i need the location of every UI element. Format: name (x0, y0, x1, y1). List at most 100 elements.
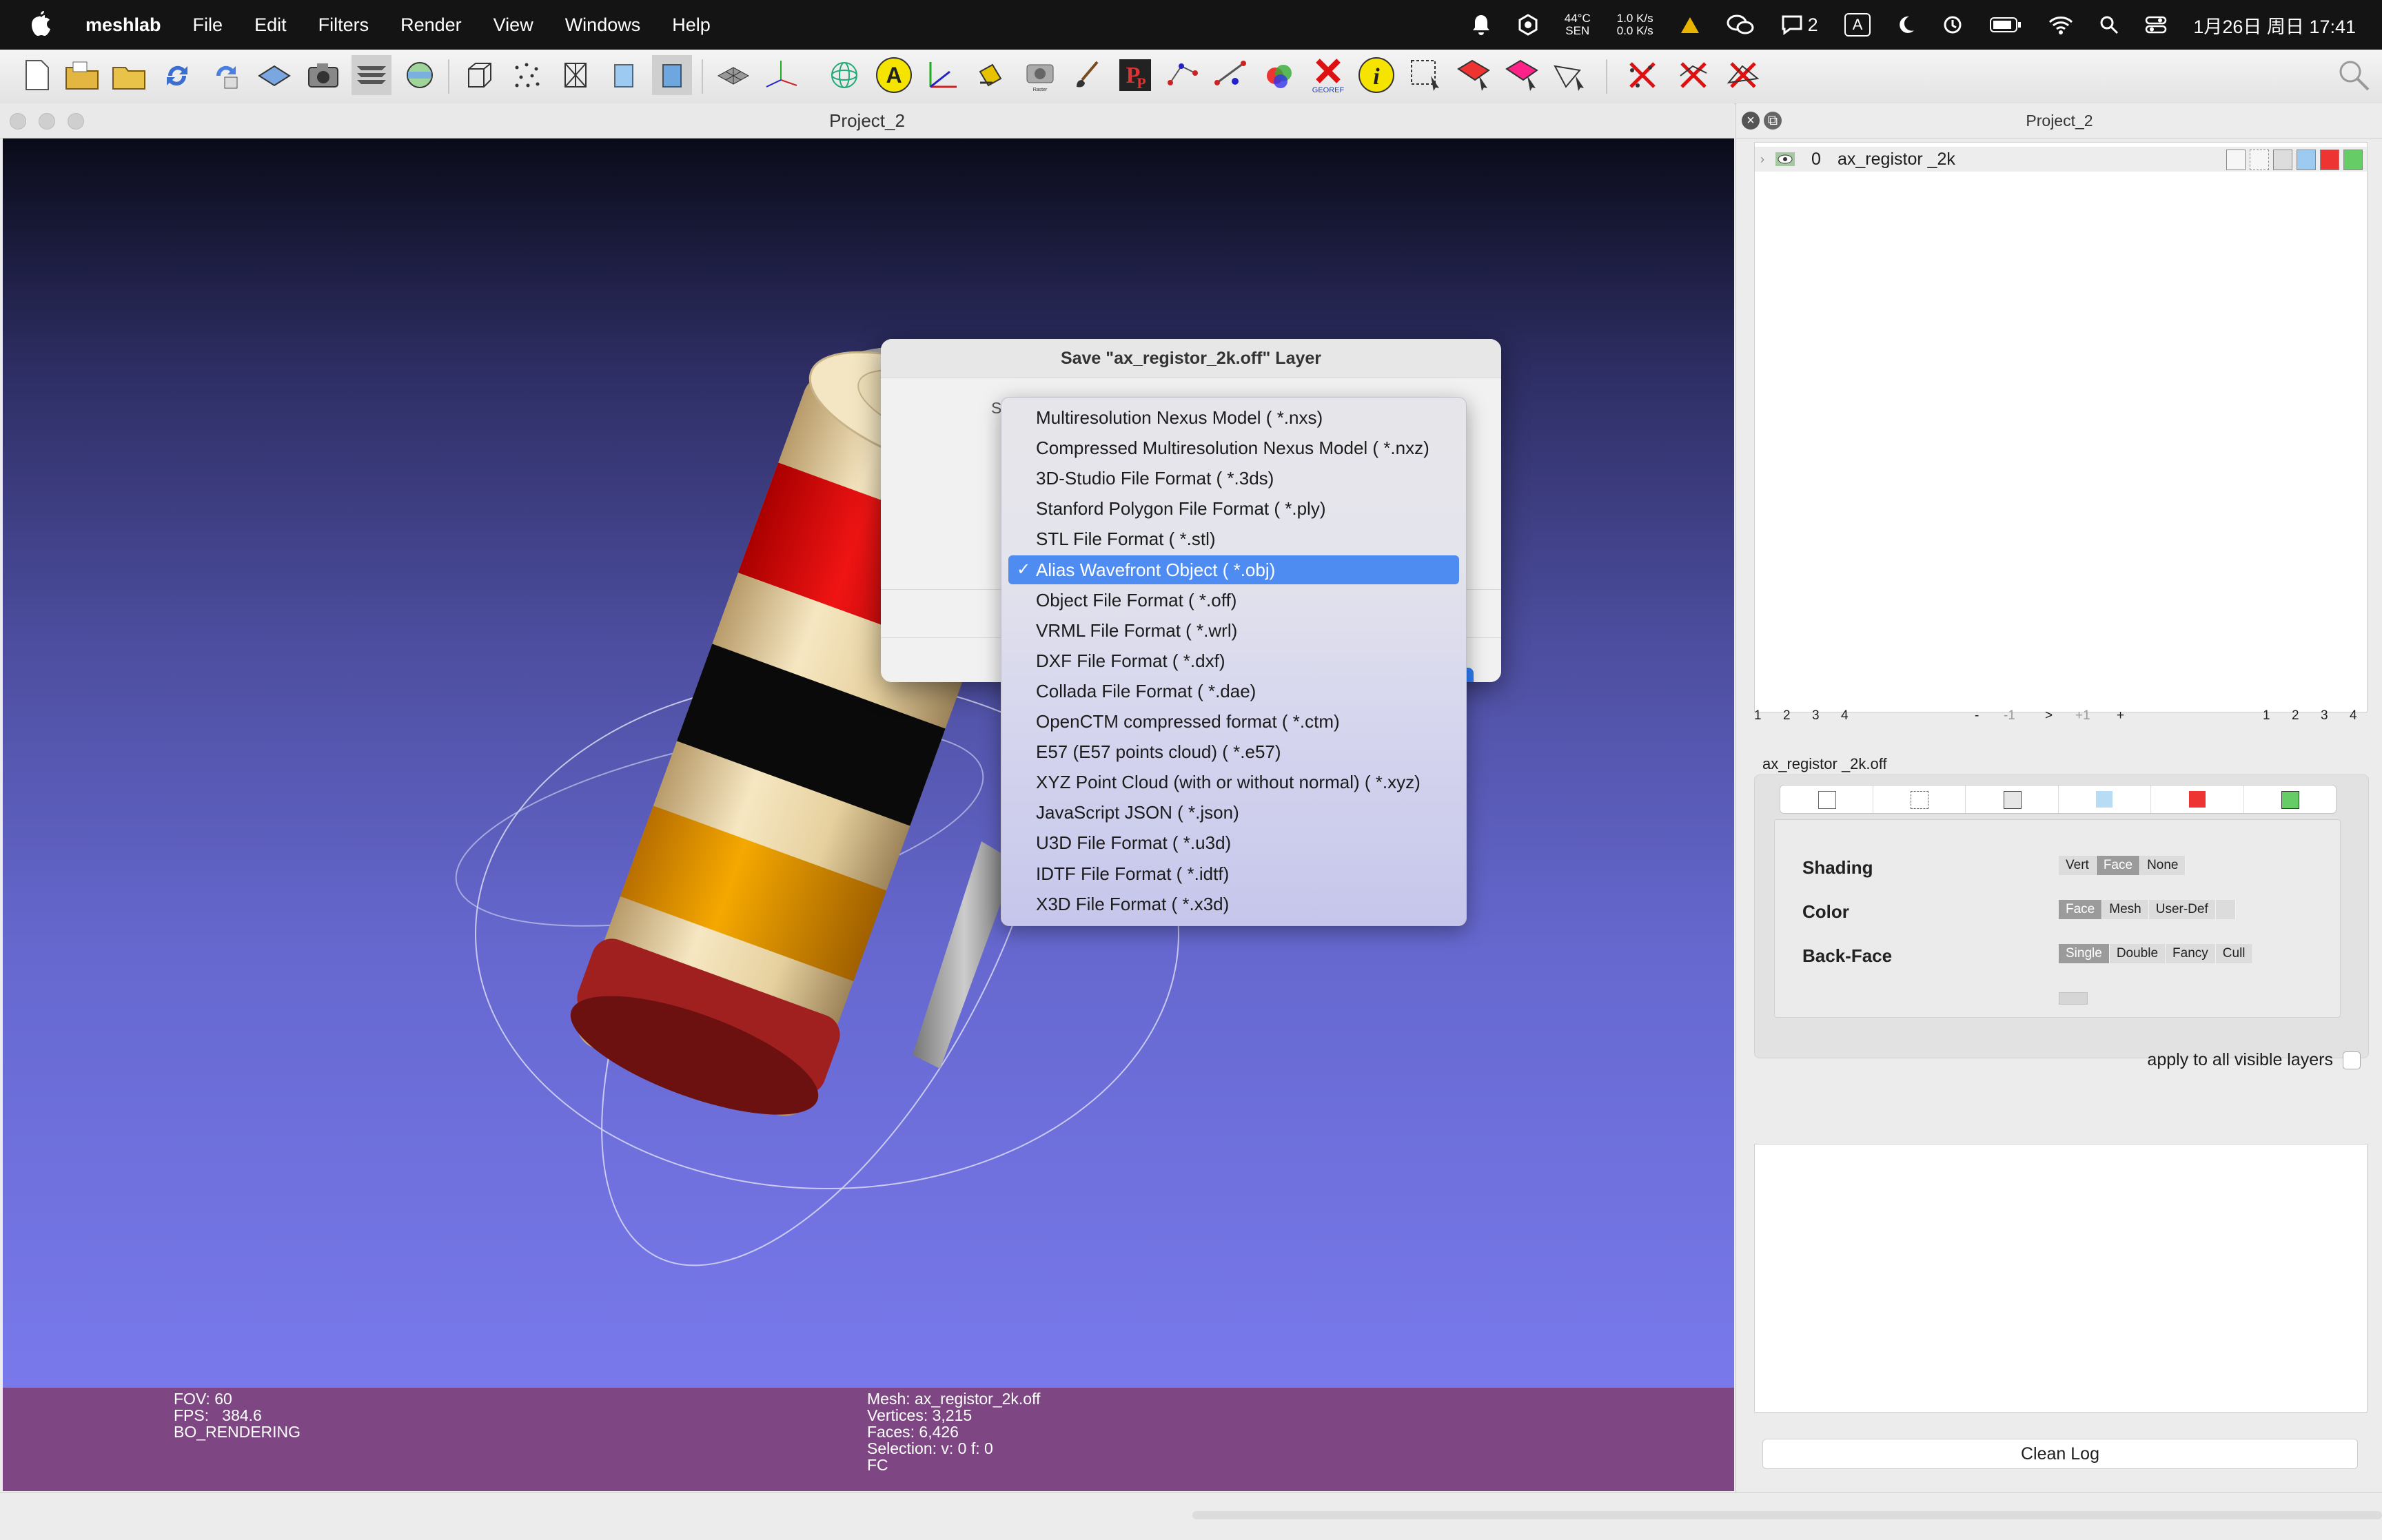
layer-shading-icon[interactable] (2297, 150, 2316, 170)
apply-all-checkbox[interactable] (2343, 1051, 2361, 1069)
format-option[interactable]: OpenCTM compressed format ( *.ctm) (1008, 707, 1459, 736)
menu-view[interactable]: View (493, 14, 533, 36)
3d-viewport[interactable] (3, 138, 1734, 1388)
log-area[interactable] (1754, 1144, 2368, 1413)
axis-red-green-icon[interactable] (922, 55, 962, 95)
app-menu-meshlab[interactable]: meshlab (85, 14, 161, 36)
format-option[interactable]: JavaScript JSON ( *.json) (1008, 798, 1459, 827)
tab-wireframe[interactable] (1966, 786, 2059, 813)
color-swatch-option[interactable] (2215, 900, 2236, 919)
battery-icon[interactable] (1989, 16, 2022, 34)
measure-tool-icon[interactable] (1212, 55, 1252, 95)
select-vertices-icon[interactable] (1406, 55, 1446, 95)
wechat-icon[interactable] (1727, 13, 1754, 37)
backface-single-option[interactable]: Single (2059, 944, 2110, 963)
smooth-shading-icon[interactable] (652, 55, 692, 95)
annotation-a-icon[interactable]: A (874, 55, 914, 95)
layer-selection-icon[interactable] (2320, 150, 2339, 170)
shading-none-option[interactable]: None (2140, 856, 2186, 875)
apple-icon[interactable] (29, 11, 52, 39)
nav-plus[interactable]: + (2117, 708, 2124, 723)
flat-shading-icon[interactable] (604, 55, 644, 95)
eye-visibility-icon[interactable] (1775, 152, 1795, 166)
menu-windows[interactable]: Windows (565, 14, 641, 36)
brush-icon[interactable] (1067, 55, 1107, 95)
input-method-indicator[interactable]: A (1844, 13, 1871, 37)
menu-help[interactable]: Help (672, 14, 711, 36)
nav-minus[interactable]: - (1975, 708, 1979, 723)
clean-log-button[interactable]: Clean Log (1762, 1439, 2358, 1469)
temperature-readout[interactable]: 44°C SEN (1565, 12, 1591, 37)
import-mesh-icon[interactable] (109, 55, 149, 95)
nav-left-3[interactable]: 3 (1812, 708, 1820, 723)
moon-icon[interactable] (1897, 14, 1916, 35)
wireframe-icon[interactable] (556, 55, 596, 95)
info-icon[interactable]: i (1356, 55, 1396, 95)
shading-face-option[interactable]: Face (2096, 856, 2141, 875)
layer-points-icon[interactable] (2250, 150, 2269, 170)
menu-file[interactable]: File (193, 14, 223, 36)
warning-triangle-icon[interactable] (1680, 15, 1700, 34)
layer-bbox-icon[interactable] (2226, 150, 2246, 170)
wifi-icon[interactable] (2048, 15, 2073, 34)
format-option[interactable]: XYZ Point Cloud (with or without normal)… (1008, 768, 1459, 797)
menu-filters[interactable]: Filters (318, 14, 369, 36)
reload-icon[interactable] (157, 55, 197, 95)
chat-badge[interactable]: 2 (1780, 14, 1818, 36)
nav-right-1[interactable]: 1 (2263, 708, 2270, 723)
nav-minus-one[interactable]: -1 (2004, 708, 2015, 723)
open-project-icon[interactable] (62, 55, 102, 95)
raster-layers-icon[interactable] (400, 55, 440, 95)
format-option[interactable]: DXF File Format ( *.dxf) (1008, 646, 1459, 675)
grid-icon[interactable] (713, 55, 753, 95)
nav-left-1[interactable]: 1 (1754, 708, 1762, 723)
reload-all-icon[interactable] (205, 55, 245, 95)
tab-fill[interactable] (2059, 786, 2151, 813)
format-option[interactable]: X3D File Format ( *.x3d) (1008, 890, 1459, 918)
hexagon-app-icon[interactable] (1518, 14, 1538, 36)
format-option[interactable]: STL File Format ( *.stl) (1008, 524, 1459, 553)
backface-fancy-option[interactable]: Fancy (2166, 944, 2216, 963)
menu-render[interactable]: Render (400, 14, 462, 36)
delete-vertices-icon[interactable] (1622, 55, 1662, 95)
georef-icon[interactable]: GEOREF (1308, 55, 1348, 95)
delete-faces-vertices-icon[interactable] (1723, 55, 1763, 95)
nav-next[interactable]: > (2045, 708, 2053, 723)
layer-wire-icon[interactable] (2273, 150, 2292, 170)
backface-double-option[interactable]: Double (2109, 944, 2166, 963)
format-option[interactable]: IDTF File Format ( *.idtf) (1008, 859, 1459, 888)
trackball-icon[interactable] (824, 55, 864, 95)
format-option[interactable]: 3D-Studio File Format ( *.3ds) (1008, 464, 1459, 493)
bounding-box-icon[interactable] (459, 55, 499, 95)
delete-faces-icon[interactable] (1673, 55, 1713, 95)
expand-chevron-icon[interactable]: › (1760, 152, 1764, 167)
format-option[interactable]: Collada File Format ( *.dae) (1008, 677, 1459, 706)
points-icon[interactable] (507, 55, 547, 95)
control-center-icon[interactable] (2145, 15, 2167, 34)
paint-bucket-icon[interactable] (970, 55, 1010, 95)
select-faces-icon[interactable] (1454, 55, 1494, 95)
color-face-option[interactable]: Face (2059, 900, 2103, 919)
format-option[interactable]: VRML File Format ( *.wrl) (1008, 616, 1459, 645)
format-option[interactable]: Object File Format ( *.off) (1008, 586, 1459, 615)
shading-vert-option[interactable]: Vert (2059, 856, 2097, 875)
menu-edit[interactable]: Edit (254, 14, 287, 36)
nav-left-4[interactable]: 4 (1841, 708, 1849, 723)
paint-mesh-icon[interactable] (1260, 55, 1300, 95)
layer-row[interactable]: › 0 ax_registor _2k (1755, 147, 2367, 172)
format-option[interactable]: U3D File Format ( *.u3d) (1008, 828, 1459, 857)
nav-plus-one[interactable]: +1 (2075, 708, 2090, 723)
format-option[interactable]: ✓ Alias Wavefront Object ( *.obj) (1008, 555, 1459, 584)
nav-right-4[interactable]: 4 (2350, 708, 2357, 723)
layers-icon[interactable] (352, 55, 391, 95)
format-option[interactable]: Compressed Multiresolution Nexus Model (… (1008, 433, 1459, 462)
nav-left-2[interactable]: 2 (1783, 708, 1791, 723)
tab-points[interactable] (1873, 786, 1966, 813)
color-userdef-option[interactable]: User-Def (2148, 900, 2216, 919)
color-mesh-option[interactable]: Mesh (2102, 900, 2149, 919)
select-connected-icon[interactable] (1503, 55, 1543, 95)
format-option[interactable]: Multiresolution Nexus Model ( *.nxs) (1008, 403, 1459, 432)
pick-points-icon[interactable]: PP (1115, 55, 1155, 95)
format-option[interactable]: Stanford Polygon File Format ( *.ply) (1008, 494, 1459, 523)
format-option[interactable]: E57 (E57 points cloud) ( *.e57) (1008, 737, 1459, 766)
